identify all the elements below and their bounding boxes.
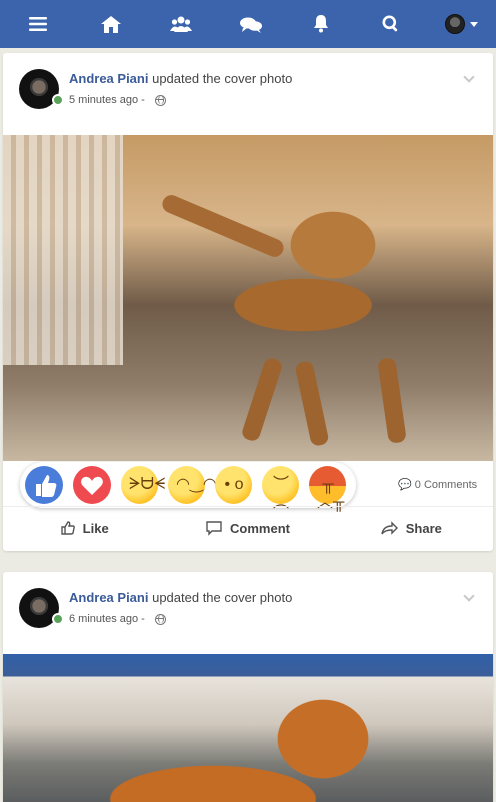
post-header: Andrea Piani updated the cover photo 6 m… [3, 572, 493, 654]
sad-reaction[interactable]: ︶︵ [262, 466, 299, 511]
avatar [444, 14, 465, 34]
messages-button[interactable] [216, 0, 286, 48]
chevron-down-icon [469, 21, 478, 27]
menu-icon [29, 17, 47, 31]
profile-menu-button[interactable] [426, 0, 496, 48]
menu-button[interactable] [0, 0, 76, 48]
smiling-face-icon: ◠‿◠ [176, 476, 217, 493]
post-author-line: Andrea Piani updated the cover photo [69, 590, 292, 605]
friends-button[interactable] [146, 0, 216, 48]
cat-tail-shape [159, 192, 287, 260]
sad-face-icon: ︶︵ [272, 476, 289, 511]
comments-count-text: 0 Comments [414, 479, 478, 491]
post-meta: 6 minutes ago - [69, 613, 166, 625]
top-navigation [0, 0, 496, 48]
angry-face-icon: ╥︿╥ [317, 476, 345, 511]
wow-face-icon: • o [224, 476, 244, 493]
post-card: Andrea Piani updated the cover photo 6 m… [3, 572, 493, 802]
online-status-dot [52, 94, 64, 106]
curtain-shape [3, 135, 123, 365]
like-label: Like [82, 520, 109, 536]
post-timestamp[interactable]: 6 minutes ago - [69, 613, 145, 625]
chevron-down-icon[interactable] [463, 71, 475, 83]
globe-icon [154, 613, 166, 625]
heart-icon [81, 476, 103, 495]
post-actions: Like Comment Share [3, 507, 493, 549]
home-icon [101, 15, 121, 33]
reaction-bar: ᗒᗨᗕ ◠‿◠ • o ︶︵ ╥︿╥ [20, 462, 356, 511]
messages-icon [240, 17, 262, 33]
wow-reaction[interactable]: • o [215, 466, 252, 504]
like-button[interactable]: Like [3, 521, 166, 536]
angry-reaction[interactable]: ╥︿╥ [309, 466, 346, 511]
comments-count[interactable]: 💬 0 Comments [398, 478, 477, 491]
post-header: Andrea Piani updated the cover photo 5 m… [3, 53, 493, 135]
post-timestamp[interactable]: 5 minutes ago - [69, 94, 145, 106]
notifications-button[interactable] [286, 0, 356, 48]
post-action-text: updated the cover photo [152, 71, 293, 86]
haha-reaction[interactable]: ᗒᗨᗕ [121, 466, 166, 504]
post-action-text: updated the cover photo [152, 590, 293, 605]
home-button[interactable] [76, 0, 146, 48]
comments-icon: 💬 [398, 479, 412, 491]
share-label: Share [405, 520, 442, 536]
search-icon [382, 15, 398, 32]
share-button[interactable]: Share [330, 521, 493, 536]
comment-icon [206, 520, 222, 536]
post-photo[interactable] [3, 135, 493, 461]
cat-leg-shape [294, 360, 330, 447]
cat-leg-shape [240, 356, 284, 443]
comment-button[interactable]: Comment [166, 521, 329, 536]
like-icon [60, 521, 75, 535]
friends-icon [170, 16, 192, 32]
author-link[interactable]: Andrea Piani [69, 71, 148, 86]
yay-reaction[interactable]: ◠‿◠ [168, 466, 217, 504]
online-status-dot [52, 613, 64, 625]
post-card: Andrea Piani updated the cover photo 5 m… [3, 53, 493, 551]
post-photo[interactable] [3, 654, 493, 802]
bell-icon [314, 15, 328, 33]
post-author-line: Andrea Piani updated the cover photo [69, 71, 292, 86]
cat-leg-shape [377, 357, 407, 444]
author-link[interactable]: Andrea Piani [69, 590, 148, 605]
like-reaction[interactable] [25, 466, 63, 504]
laughing-face-icon: ᗒᗨᗕ [129, 476, 166, 493]
share-icon [381, 521, 398, 535]
love-reaction[interactable] [73, 466, 111, 504]
search-button[interactable] [356, 0, 426, 48]
thumbs-up-icon [36, 475, 57, 497]
chevron-down-icon[interactable] [463, 590, 475, 602]
comment-label: Comment [230, 520, 290, 536]
globe-icon [154, 94, 166, 106]
post-meta: 5 minutes ago - [69, 94, 166, 106]
